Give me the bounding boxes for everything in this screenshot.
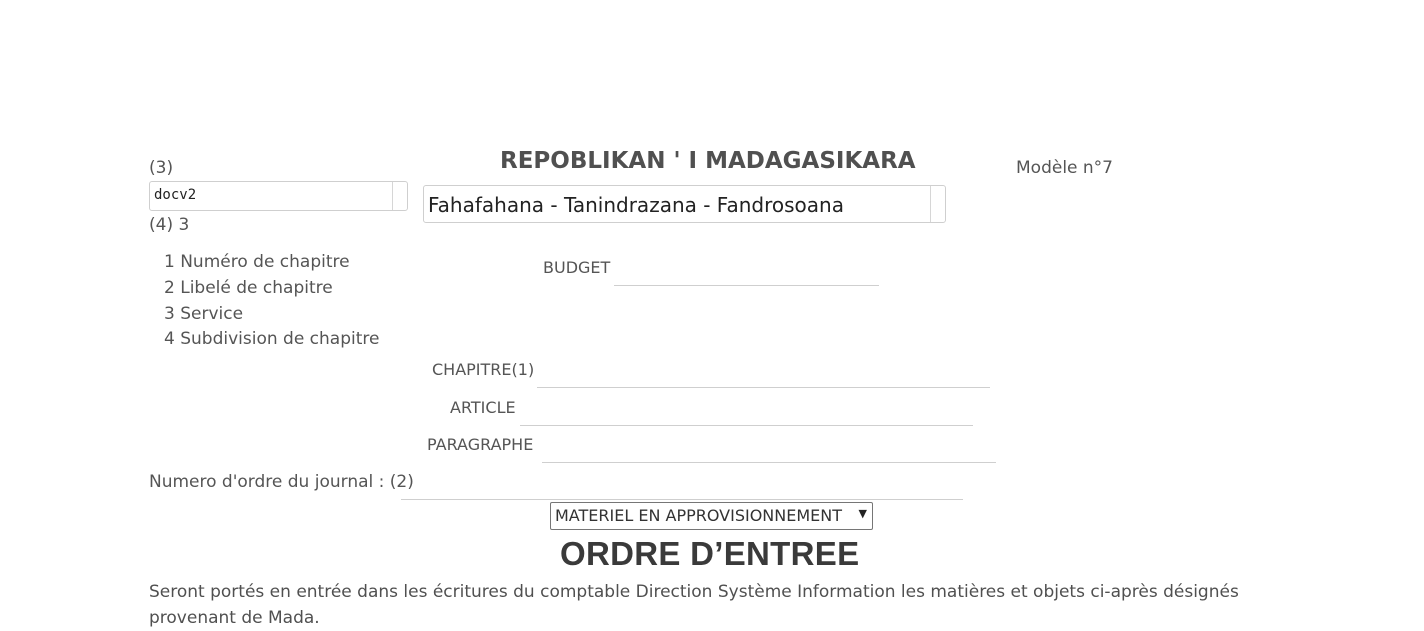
republic-title: REPOBLIKAN ' I MADAGASIKARA — [500, 148, 916, 174]
article-label: ARTICLE — [450, 398, 516, 417]
motto-value: Fahafahana - Tanindrazana - Fandrosoana — [428, 193, 844, 217]
textarea-scrollbar[interactable] — [930, 186, 945, 222]
chapitre-input[interactable] — [537, 360, 990, 388]
article-input[interactable] — [520, 398, 973, 426]
legend-item: 4 Subdivision de chapitre — [164, 329, 380, 349]
paragraphe-label: PARAGRAPHE — [427, 435, 534, 454]
document-title: ORDRE D’ENTREE — [560, 535, 860, 572]
model-label: Modèle n°7 — [1016, 158, 1113, 178]
chevron-down-icon: ▼ — [858, 507, 867, 520]
paragraphe-input[interactable] — [542, 435, 996, 463]
legend-item: 2 Libelé de chapitre — [164, 278, 333, 298]
chapitre-label: CHAPITRE(1) — [432, 360, 535, 379]
ref-4-label: (4) 3 — [149, 215, 190, 235]
ref-3-label: (3) — [149, 158, 174, 178]
budget-input[interactable] — [614, 258, 879, 286]
category-select[interactable]: MATERIEL EN APPROVISIONNEMENT ▼ — [550, 502, 873, 530]
budget-label: BUDGET — [543, 258, 611, 277]
category-select-value: MATERIEL EN APPROVISIONNEMENT — [555, 506, 843, 525]
description-text: Seront portés en entrée dans les écritur… — [149, 582, 1239, 628]
journal-label: Numero d'ordre du journal : (2) — [149, 472, 414, 492]
docv-value: docv2 — [154, 187, 197, 203]
legend-item: 3 Service — [164, 304, 244, 324]
docv-textarea[interactable]: docv2 — [149, 181, 408, 211]
motto-textarea[interactable]: Fahafahana - Tanindrazana - Fandrosoana — [423, 185, 946, 223]
legend-item: 1 Numéro de chapitre — [164, 252, 350, 272]
journal-input[interactable] — [401, 472, 963, 500]
textarea-scrollbar[interactable] — [392, 182, 407, 210]
